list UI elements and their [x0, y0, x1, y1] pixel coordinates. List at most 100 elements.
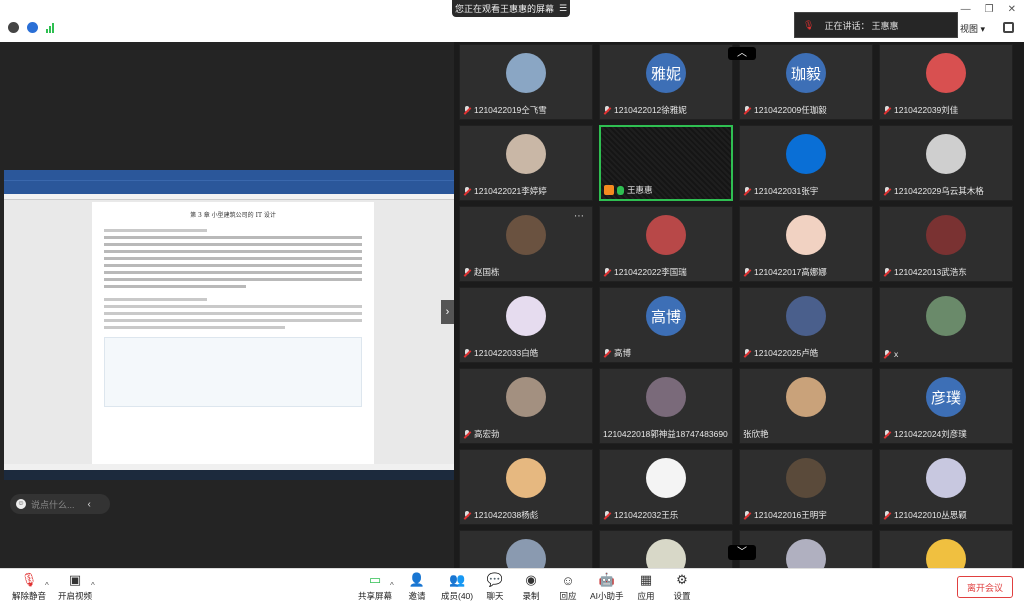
participant-tile[interactable]: 1210422021李婷婷: [459, 125, 593, 201]
mic-muted-icon: [743, 348, 751, 358]
share-screen-button[interactable]: ▭ 共享屏幕: [358, 572, 392, 602]
participant-avatar: 彦璞: [926, 377, 966, 417]
participant-avatar: [506, 296, 546, 336]
participant-tile[interactable]: 1210422018郭神益18747483690: [599, 368, 733, 444]
fullscreen-icon[interactable]: [1003, 22, 1014, 33]
participant-tile[interactable]: 彦璞 1210422024刘彦璞: [879, 368, 1013, 444]
side-panel-arrow[interactable]: ›: [441, 300, 454, 324]
participant-tile[interactable]: ⋯ 赵国栋: [459, 206, 593, 282]
participant-nametag: 1210422024刘彦璞: [883, 428, 967, 440]
host-icon: [604, 185, 614, 195]
participant-tile[interactable]: 1210422032王乐: [599, 449, 733, 525]
participant-tile[interactable]: 高博 高博: [599, 287, 733, 363]
reactions-button[interactable]: ☺ 回应: [559, 572, 577, 602]
settings-button[interactable]: ⚙ 设置: [673, 572, 691, 602]
doc-ribbon: [4, 180, 454, 194]
mic-muted-icon: [603, 105, 611, 115]
participant-name: 王惠惠: [627, 185, 653, 195]
participant-tile[interactable]: 王惠惠: [599, 125, 733, 201]
chat-input[interactable]: ☺ 说点什么... ‹: [10, 494, 110, 514]
view-button[interactable]: 视图 ▾: [960, 22, 985, 35]
participant-tile[interactable]: 张欣艳: [739, 368, 873, 444]
document-page: 第 3 章 小型建筑公司的 IT 设计: [92, 202, 374, 472]
shield-icon[interactable]: [27, 22, 38, 33]
audio-options-caret[interactable]: ^: [45, 581, 49, 590]
more-options-icon[interactable]: ⋯: [574, 211, 584, 222]
chat-button[interactable]: 💬 聊天: [486, 572, 504, 602]
participant-tile[interactable]: 1210422033白皓: [459, 287, 593, 363]
participant-tile[interactable]: 1210422016王明宇: [739, 449, 873, 525]
participant-tile[interactable]: 1210422031张宇: [739, 125, 873, 201]
participant-nametag: 1210422018郭神益18747483690: [603, 428, 728, 440]
participant-avatar: [646, 458, 686, 498]
participant-tile[interactable]: 雅妮 1210422012徐雅妮: [599, 44, 733, 120]
participant-name: 1210422032王乐: [614, 510, 679, 520]
start-video-button[interactable]: ▣ 开启视频: [58, 572, 92, 602]
participant-tile[interactable]: 1210422017高娜娜: [739, 206, 873, 282]
participant-tile[interactable]: 1210422010丛思颖: [879, 449, 1013, 525]
leave-meeting-button[interactable]: 离开会议: [957, 576, 1013, 598]
mic-muted-icon: [463, 186, 471, 196]
share-options-caret[interactable]: ^: [390, 581, 394, 590]
banner-options-icon[interactable]: ☰: [559, 3, 567, 14]
doc-ruler: [4, 194, 454, 200]
participant-nametag: 1210422032王乐: [603, 509, 678, 521]
invite-button[interactable]: 👤 邀请: [408, 572, 426, 602]
participant-nametag: 张欣艳: [743, 428, 769, 440]
participant-tile[interactable]: 珈毅 1210422009任珈毅: [739, 44, 873, 120]
participant-name: 1210422017高娜娜: [754, 267, 827, 277]
participant-nametag: 1210422033白皓: [463, 347, 538, 359]
participant-avatar: [506, 458, 546, 498]
participant-name: x: [894, 349, 899, 359]
participant-tile[interactable]: x: [879, 287, 1013, 363]
participant-name: 1210422013武浩东: [894, 267, 967, 277]
video-options-caret[interactable]: ^: [91, 581, 95, 590]
bottom-toolbar: 🎙 解除静音 ^ ▣ 开启视频 ^ ▭ 共享屏幕 ^ 👤 邀请 👥 成员(40)…: [0, 568, 1024, 608]
close-icon[interactable]: ✕: [1008, 4, 1016, 15]
mic-muted-icon: [883, 267, 891, 277]
participant-tile[interactable]: 1210422025卢皓: [739, 287, 873, 363]
apps-button[interactable]: ▦ 应用: [637, 572, 655, 602]
gallery-scroll-up[interactable]: ︿: [728, 47, 756, 60]
participant-avatar: 雅妮: [646, 53, 686, 93]
reaction-icon: ☺: [561, 572, 575, 588]
participant-tile[interactable]: 1210422022李国瑞: [599, 206, 733, 282]
participant-tile[interactable]: 1210422013武浩东: [879, 206, 1013, 282]
participant-avatar: [646, 215, 686, 255]
participant-tile[interactable]: 1210422038杨彪: [459, 449, 593, 525]
invite-icon: 👤: [408, 572, 426, 587]
emoji-icon[interactable]: ☺: [16, 499, 26, 509]
document-diagram: [104, 337, 362, 407]
unmute-button[interactable]: 🎙 解除静音: [12, 572, 46, 602]
info-icon[interactable]: [8, 22, 19, 33]
participant-tile[interactable]: 1210422019仝飞雪: [459, 44, 593, 120]
signal-icon[interactable]: [46, 22, 54, 33]
gallery-scroll-down[interactable]: ﹀: [728, 545, 756, 560]
participant-name: 1210422012徐雅妮: [614, 105, 687, 115]
screen-share-banner[interactable]: 您正在观看王惠惠的屏幕 ☰: [452, 0, 570, 17]
participant-nametag: 1210422019仝飞雪: [463, 104, 547, 116]
participant-avatar: [506, 215, 546, 255]
participant-tile[interactable]: 高宏勃: [459, 368, 593, 444]
mic-muted-icon: [463, 429, 471, 439]
participant-name: 1210422019仝飞雪: [474, 105, 547, 115]
participant-tile[interactable]: 1210422039刘佳: [879, 44, 1013, 120]
participant-avatar: [646, 377, 686, 417]
mic-muted-icon: [883, 510, 891, 520]
minimize-icon[interactable]: —: [961, 4, 971, 15]
participant-avatar: 珈毅: [786, 53, 826, 93]
meeting-window: 您正在观看王惠惠的屏幕 ☰ 🎙 正在讲话： 王惠惠 视图 ▾ — ❐ ✕ 第 3…: [0, 0, 1024, 608]
chevron-left-icon[interactable]: ‹: [88, 499, 91, 510]
participant-name: 1210422029乌云其木格: [894, 186, 984, 196]
mic-muted-icon: [463, 510, 471, 520]
maximize-icon[interactable]: ❐: [985, 4, 994, 15]
participant-tile[interactable]: 1210422029乌云其木格: [879, 125, 1013, 201]
participant-avatar: [926, 134, 966, 174]
mic-muted-icon: [883, 349, 891, 359]
members-button[interactable]: 👥 成员(40): [441, 572, 473, 602]
ai-assistant-button[interactable]: 🤖 AI小助手: [590, 572, 624, 602]
participant-name: 1210422024刘彦璞: [894, 429, 967, 439]
doc-taskbar: [4, 470, 454, 480]
participant-avatar: [926, 458, 966, 498]
record-button[interactable]: ◉ 录制: [522, 572, 540, 602]
